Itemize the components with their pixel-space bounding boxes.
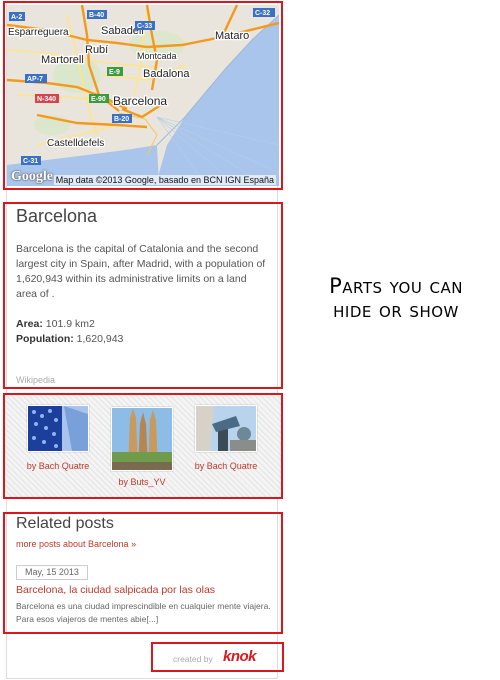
area-value: 101.9 km2 [45, 318, 95, 330]
place-title: Barcelona [16, 206, 98, 226]
road-badge-e90: E-90 [91, 96, 106, 103]
photo-caption[interactable]: by Bach Quatre [186, 460, 266, 473]
created-by-label: created by [173, 654, 213, 664]
road-badge-b40: B-40 [89, 12, 104, 19]
wikipedia-source-link[interactable]: Wikipedia [16, 375, 55, 385]
map-label-mataro: Mataro [215, 30, 249, 42]
photo-caption[interactable]: by Bach Quatre [18, 460, 98, 473]
photo-thumbnail[interactable] [27, 405, 89, 452]
area-stat: Area: 101.9 km2 [16, 318, 95, 330]
gallery-item[interactable]: by Buts_YV [102, 407, 182, 489]
related-posts-section: Related posts more posts about Barcelona… [3, 512, 283, 634]
post-excerpt: Barcelona es una ciudad imprescindible e… [16, 601, 271, 624]
area-label: Area: [16, 318, 43, 330]
gallery-item[interactable]: by Bach Quatre [18, 405, 98, 473]
map-label-martorell: Martorell [41, 54, 84, 66]
credits-section: created by knok [151, 642, 284, 672]
place-description: Barcelona is the capital of Catalonia an… [16, 243, 266, 300]
road-badge-b20: B-20 [114, 116, 129, 123]
google-logo[interactable]: Google [11, 169, 53, 185]
more-posts-link[interactable]: more posts about Barcelona » [16, 539, 136, 549]
road-badge-n340: N-340 [37, 96, 56, 103]
post-date: May, 15 2013 [16, 565, 88, 580]
population-stat: Population: 1,620,943 [16, 333, 123, 345]
road-badge-c32: C-32 [255, 10, 270, 17]
annotation-line-2: hide or show [333, 298, 459, 322]
population-label: Population: [16, 333, 74, 345]
road-badge-c33: C-33 [137, 23, 152, 30]
post-title-link[interactable]: Barcelona, la ciudad salpicada por las o… [16, 584, 215, 596]
photo-thumbnail[interactable] [195, 405, 257, 452]
info-section: Barcelona Barcelona is the capital of Ca… [3, 202, 283, 389]
gallery-item[interactable]: by Bach Quatre [186, 405, 266, 473]
map-label-castelldefels: Castelldefels [47, 138, 104, 149]
population-value: 1,620,943 [76, 333, 124, 345]
map-label-badalona: Badalona [143, 68, 190, 80]
annotation-text: Parts you can hide or show [300, 274, 492, 322]
map-label-montcada: Montcada [137, 51, 177, 61]
road-badge-ap7: AP-7 [27, 76, 43, 83]
related-posts-title: Related posts [16, 515, 114, 532]
knok-logo[interactable]: knok [223, 648, 257, 665]
map-label-rubi: Rubí [85, 44, 108, 56]
map-section: Sabadell Esparreguera Rubí Montcada Mata… [3, 1, 283, 190]
photo-thumbnail[interactable] [111, 407, 173, 471]
map-label-barcelona: Barcelona [113, 94, 167, 108]
road-badge-e9: E-9 [109, 69, 120, 76]
map[interactable]: Sabadell Esparreguera Rubí Montcada Mata… [7, 5, 279, 186]
road-badge-a2: A-2 [11, 14, 22, 21]
photo-caption[interactable]: by Buts_YV [102, 476, 182, 489]
photo-gallery: by Bach Quatre by Buts_YV by Bach Quatre [3, 393, 283, 499]
map-attribution: Map data ©2013 Google, basado en BCN IGN… [53, 175, 276, 185]
road-badge-c31: C-31 [23, 158, 38, 165]
annotation-line-1: Parts you can [329, 274, 463, 298]
map-canvas[interactable]: Sabadell Esparreguera Rubí Montcada Mata… [7, 5, 279, 186]
map-label-esparreguera: Esparreguera [8, 27, 69, 38]
